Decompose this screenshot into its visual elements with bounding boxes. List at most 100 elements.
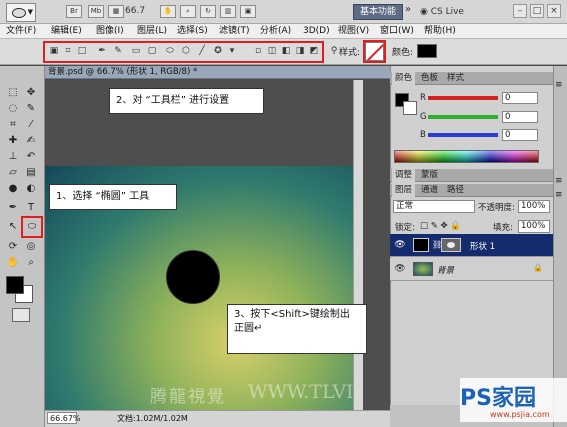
move-tool-icon[interactable]: ✥ [24, 86, 38, 100]
zoom-tool-icon[interactable]: ⌕ [24, 256, 38, 270]
menu-image[interactable]: 图像(I) [96, 25, 124, 38]
minimize-icon[interactable]: – [513, 4, 527, 18]
hand-tool-icon[interactable]: ✋ [160, 5, 176, 18]
black-circle-shape[interactable] [166, 250, 220, 304]
view-extras-icon[interactable]: ▦ [108, 5, 124, 18]
tab-masks[interactable]: 蒙版 [418, 169, 441, 182]
3d-rotate-icon[interactable]: ⟳ [6, 240, 20, 254]
layers-panel-tabs: 图层 通道 路径 [390, 184, 567, 197]
healing-brush-icon[interactable]: ✚ [6, 134, 20, 148]
path-selection-icon[interactable]: ↖ [6, 220, 20, 234]
menu-edit[interactable]: 编辑(E) [51, 25, 82, 38]
quick-select-icon[interactable]: ✎ [24, 102, 38, 116]
type-tool-icon[interactable]: T [24, 201, 38, 215]
workspace-essentials-button[interactable]: 基本功能 [353, 4, 403, 20]
eye-icon[interactable]: 👁 [394, 263, 406, 275]
menu-file[interactable]: 文件(F) [6, 25, 36, 38]
adjust-panel-tabs: 调整 蒙版 [390, 169, 567, 182]
zoom-tool-icon[interactable]: ⌕ [180, 5, 196, 18]
panel-menu-icon[interactable]: ≡ [555, 190, 563, 200]
g-value-field[interactable]: 0 [502, 111, 538, 123]
3d-orbit-icon[interactable]: ◎ [24, 240, 38, 254]
menu-window[interactable]: 窗口(W) [380, 25, 414, 38]
layer-thumbnail [413, 238, 429, 252]
menu-3d[interactable]: 3D(D) [303, 25, 330, 38]
clone-stamp-icon[interactable]: ⊥ [6, 150, 20, 164]
blend-mode-select[interactable]: 正常 [393, 200, 475, 213]
app-bar [0, 0, 567, 24]
foreground-color-swatch[interactable] [6, 276, 24, 294]
zoom-status-field[interactable]: 66.67% [47, 412, 81, 424]
vector-mask-thumbnail [441, 238, 461, 252]
color-swatch[interactable] [417, 44, 437, 58]
collapsed-panel-strip [553, 66, 567, 427]
r-label: R [420, 93, 426, 103]
tab-channels[interactable]: 通道 [418, 184, 441, 197]
gradient-tool-icon[interactable]: ▤ [24, 166, 38, 180]
dodge-tool-icon[interactable]: ◐ [24, 182, 38, 196]
tab-swatches[interactable]: 色板 [418, 72, 441, 85]
rotate-view-icon[interactable]: ↻ [200, 5, 216, 18]
blur-tool-icon[interactable]: ● [6, 182, 20, 196]
mini-bridge-icon[interactable]: Mb [88, 5, 104, 18]
b-slider[interactable] [428, 133, 498, 137]
eyedropper-icon[interactable]: ⁄ [24, 118, 38, 132]
cs-live-label: CS Live [430, 7, 464, 17]
menu-layer[interactable]: 图层(L) [137, 25, 167, 38]
tab-adjustments[interactable]: 调整 [392, 169, 416, 182]
panel-menu-icon[interactable]: ≡ [555, 176, 563, 186]
callout-step-3-line1: 3、按下<Shift>键绘制出 [234, 309, 350, 320]
zoom-level[interactable]: 66.7 [125, 6, 165, 16]
lasso-tool-icon[interactable]: ◌ [6, 102, 20, 116]
chevron-down-icon: ▼ [27, 8, 33, 16]
panel-menu-icon[interactable]: ≡ [555, 80, 563, 90]
screen-mode-icon[interactable]: ▣ [240, 5, 256, 18]
menu-filter[interactable]: 滤镜(T) [219, 25, 250, 38]
pen-tool-icon[interactable]: ✒ [6, 201, 20, 215]
tool-preset-picker[interactable]: ▼ [6, 3, 36, 22]
eye-icon[interactable]: 👁 [394, 239, 406, 251]
color-panel-tabs: 颜色 色板 样式 [390, 72, 567, 85]
g-slider[interactable] [428, 115, 498, 119]
menu-help[interactable]: 帮助(H) [424, 25, 456, 38]
vertical-scrollbar[interactable] [353, 80, 363, 410]
tab-paths[interactable]: 路径 [444, 184, 467, 197]
color-spectrum[interactable] [394, 150, 539, 163]
crop-tool-icon[interactable]: ⌗ [6, 118, 20, 132]
b-value-field[interactable]: 0 [502, 129, 538, 141]
cs-live-button[interactable]: ◉ CS Live [420, 4, 464, 20]
callout-step-3-line2: 正圆↵ [234, 323, 263, 334]
watermark-latin: WWW.TLVI [248, 381, 354, 403]
style-highlight-box [363, 40, 386, 63]
close-icon[interactable]: × [547, 4, 561, 18]
marquee-tool-icon[interactable]: ⬚ [6, 86, 20, 100]
fill-field[interactable]: 100% [518, 220, 550, 233]
restore-icon[interactable]: □ [530, 4, 544, 18]
background-thumbnail [413, 262, 433, 276]
arrange-documents-icon[interactable]: ▥ [220, 5, 236, 18]
tab-styles[interactable]: 样式 [444, 72, 467, 85]
document-size-info: 文档:1.02M/1.02M [117, 414, 188, 423]
menu-view[interactable]: 视图(V) [338, 25, 369, 38]
document-tab-title: 背景.psd @ 66.7% (形状 1, RGB/8) * [48, 67, 198, 77]
bridge-icon[interactable]: Br [66, 5, 82, 18]
more-workspaces-icon[interactable]: » [405, 4, 411, 15]
lock-icons[interactable]: □ ✎ ✥ 🔒 [420, 221, 461, 231]
site-url: www.psjia.com [490, 410, 550, 419]
status-bar [45, 410, 390, 427]
history-brush-icon[interactable]: ↶ [24, 150, 38, 164]
menu-analysis[interactable]: 分析(A) [260, 25, 291, 38]
lock-icon: 🔒 [533, 263, 543, 272]
tab-color[interactable]: 颜色 [392, 72, 416, 85]
panel-background-swatch[interactable] [403, 101, 417, 115]
r-value-field[interactable]: 0 [502, 92, 538, 104]
style-label: 样式: [339, 48, 361, 58]
tab-layers[interactable]: 图层 [392, 184, 416, 197]
menu-select[interactable]: 选择(S) [177, 25, 208, 38]
hand-tool-icon[interactable]: ✋ [6, 256, 20, 270]
eraser-tool-icon[interactable]: ▱ [6, 166, 20, 180]
quick-mask-icon[interactable] [12, 308, 30, 322]
brush-tool-icon[interactable]: ✍ [24, 134, 38, 148]
opacity-field[interactable]: 100% [518, 200, 550, 213]
r-slider[interactable] [428, 96, 498, 100]
